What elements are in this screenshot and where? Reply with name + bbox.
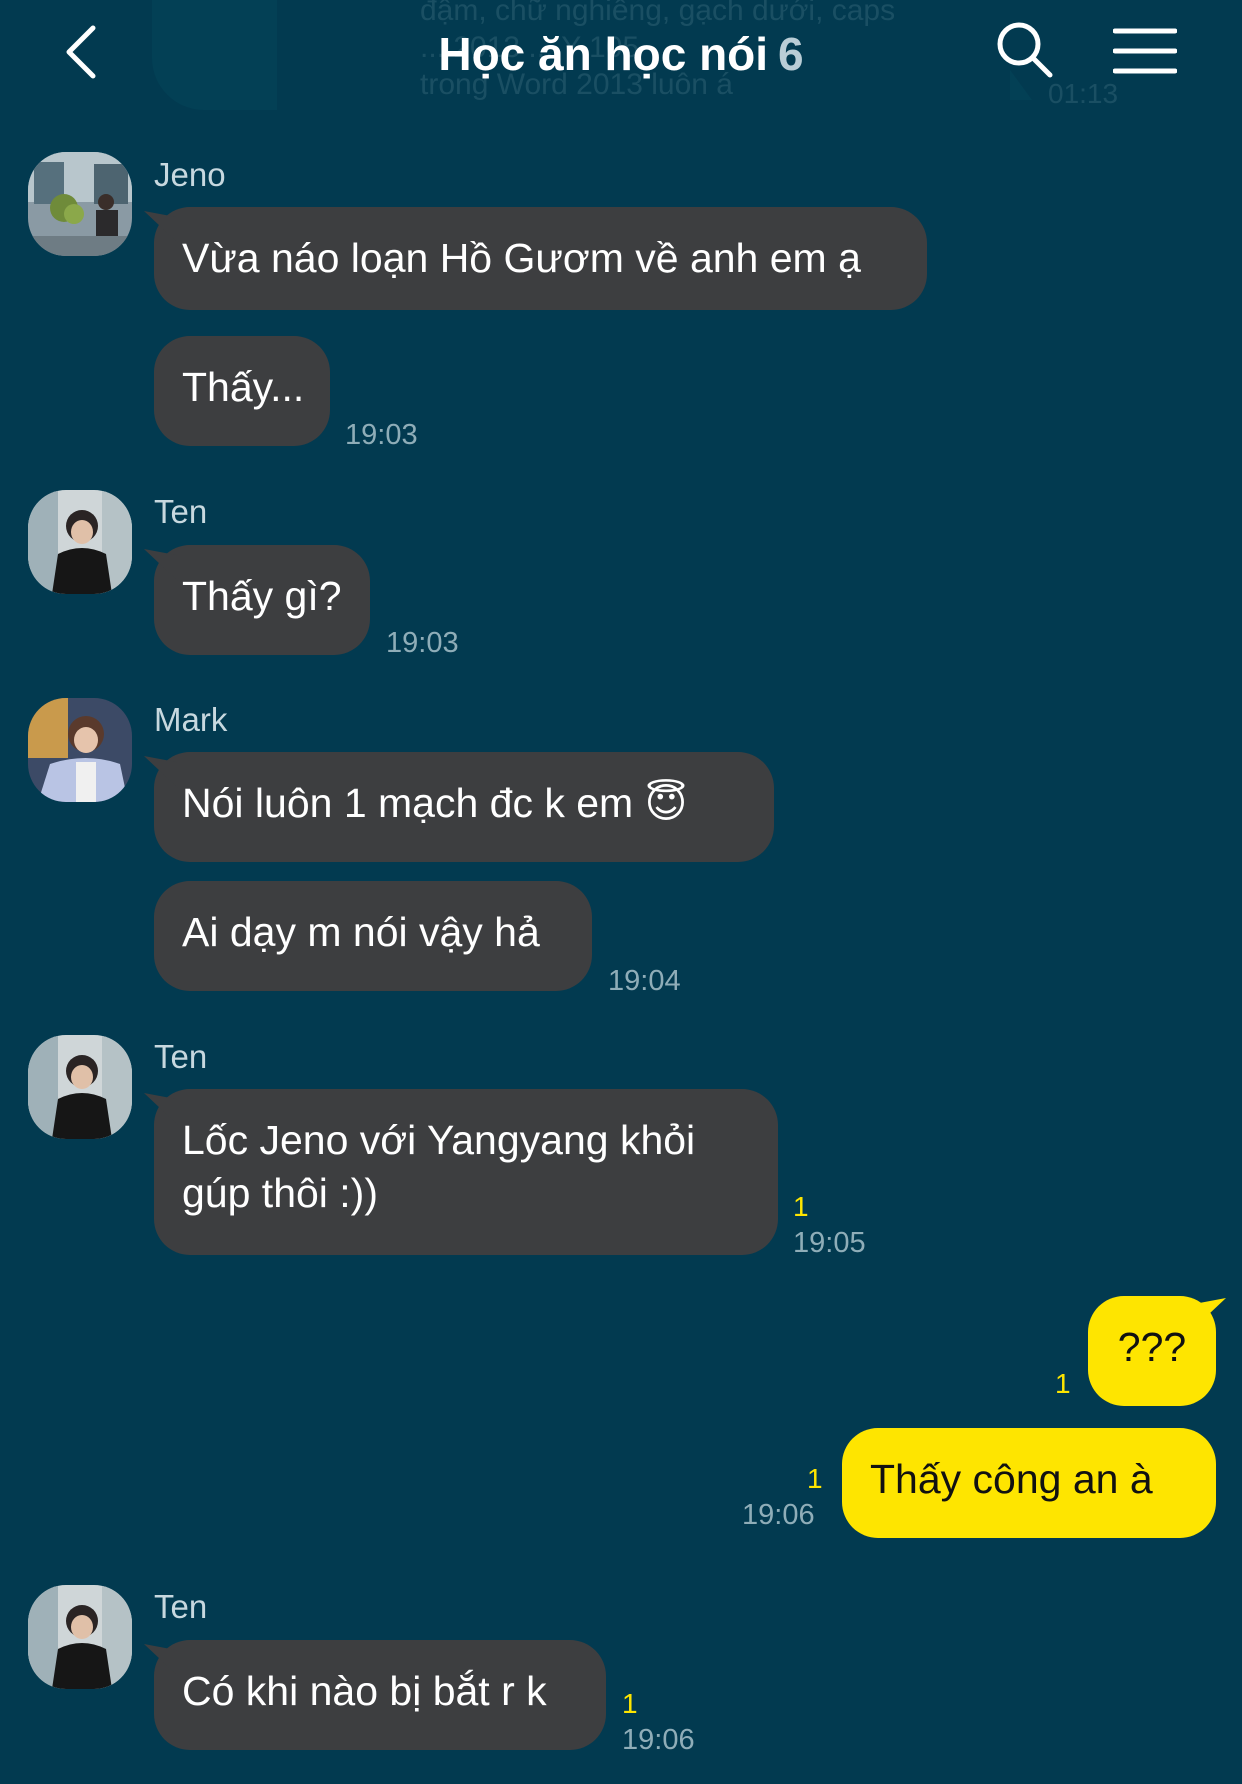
avatar-ten[interactable] — [28, 490, 132, 594]
message-bubble[interactable]: Lốc Jeno với Yangyang khỏi gúp thôi :)) — [154, 1089, 778, 1255]
sender-name: Mark — [154, 701, 228, 738]
sender-name: Ten — [154, 493, 208, 530]
avatar-photo-icon — [28, 152, 132, 256]
unread-count: 1 — [1055, 1368, 1071, 1399]
chat-header: đậm, chữ nghiêng, gạch dưới, caps ... 20… — [0, 0, 1242, 110]
unread-count: 1 — [807, 1463, 823, 1494]
message-text-line: Lốc Jeno với Yangyang khỏi — [182, 1117, 696, 1163]
avatar-photo-icon — [28, 1585, 132, 1689]
search-icon — [997, 22, 1053, 78]
message-bubble[interactable]: Thấy gì? — [154, 545, 370, 655]
chat-screen: đậm, chữ nghiêng, gạch dưới, caps ... 20… — [0, 0, 1242, 1784]
message-text-line: gúp thôi :)) — [182, 1170, 378, 1216]
my-message-bubble[interactable]: ??? — [1088, 1296, 1216, 1406]
avatar-ten[interactable] — [28, 1035, 132, 1139]
message-time: 19:05 — [793, 1227, 866, 1259]
message-time: 19:06 — [742, 1499, 815, 1531]
avatar-mark[interactable] — [28, 698, 132, 802]
avatar-ten[interactable] — [28, 1585, 132, 1689]
message-time: 19:03 — [345, 419, 418, 451]
avatar-photo-icon — [28, 1035, 132, 1139]
avatar-jeno[interactable] — [28, 152, 132, 256]
preview-bubble-shape — [152, 0, 277, 110]
message-time: 19:06 — [622, 1724, 695, 1756]
search-button[interactable] — [995, 20, 1055, 80]
message-bubble[interactable]: Có khi nào bị bắt r k — [154, 1640, 606, 1750]
avatar-photo-icon — [28, 490, 132, 594]
avatar-photo-icon — [28, 698, 132, 802]
sender-name: Ten — [154, 1038, 208, 1075]
message-time: 19:03 — [386, 627, 459, 659]
member-count: 6 — [778, 28, 804, 80]
chat-title: Học ăn học nói 6 — [300, 22, 942, 86]
preview-time: 01:13 — [1048, 78, 1119, 109]
message-bubble[interactable]: Thấy... — [154, 336, 330, 446]
message-bubble[interactable]: Ai dạy m nói vậy hả — [154, 881, 592, 991]
message-bubble[interactable]: Vừa náo loạn Hồ Gươm về anh em ạ — [154, 207, 927, 310]
message-bubble[interactable]: Nói luôn 1 mạch đc k em 😇 — [154, 752, 774, 862]
chat-title-text: Học ăn học nói — [438, 28, 769, 80]
back-button[interactable] — [56, 24, 106, 80]
my-message-bubble[interactable]: Thấy công an à — [842, 1428, 1216, 1538]
sender-name: Jeno — [154, 156, 226, 193]
unread-count: 1 — [622, 1688, 638, 1719]
menu-button[interactable] — [1112, 26, 1178, 76]
unread-count: 1 — [793, 1191, 809, 1222]
message-time: 19:04 — [608, 965, 681, 997]
hamburger-menu-icon — [1112, 28, 1178, 74]
sender-name: Ten — [154, 1588, 208, 1625]
chevron-left-icon — [66, 25, 96, 79]
